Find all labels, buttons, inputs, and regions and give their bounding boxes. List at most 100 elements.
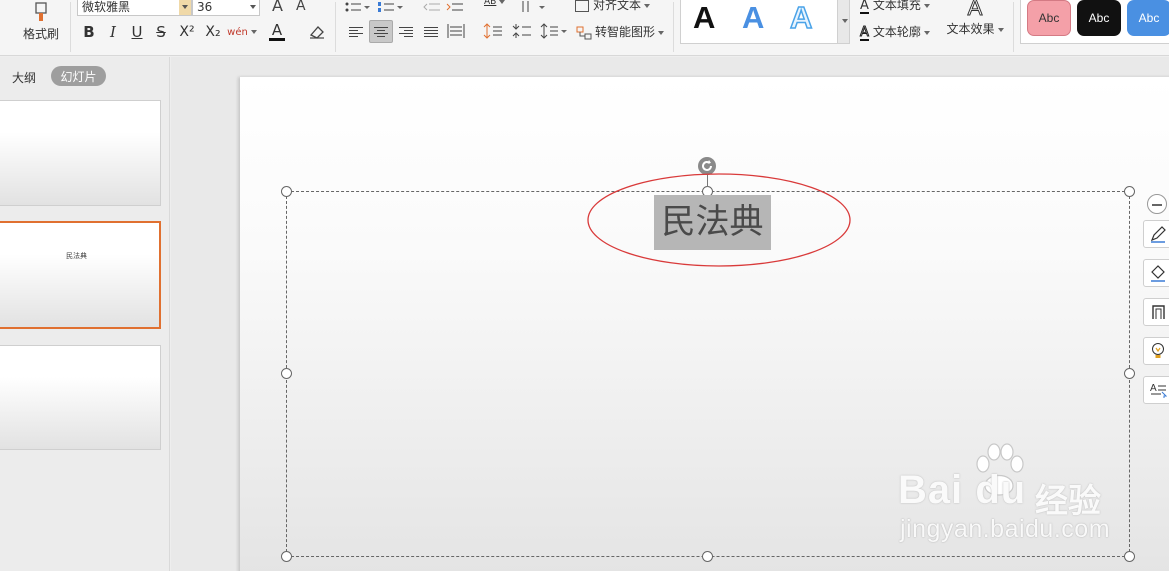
line-spacing-icon: [483, 23, 502, 39]
style-preset-black[interactable]: Abc: [1077, 0, 1121, 36]
format-painter-label: 格式刷: [22, 26, 59, 41]
chevron-down-icon: [499, 0, 506, 4]
bullets-button[interactable]: [344, 0, 370, 12]
line-spacing-button[interactable]: [483, 22, 503, 42]
phonetic-guide-button[interactable]: wén: [227, 21, 257, 43]
annotation-ellipse: [587, 173, 851, 267]
font-size-select[interactable]: 36: [192, 0, 260, 16]
chevron-down-icon: [997, 27, 1004, 32]
shape-fill-button[interactable]: [1143, 259, 1169, 287]
minus-icon: [1152, 204, 1162, 206]
text-fill-button[interactable]: A 文本填充: [860, 0, 930, 14]
baidu-jingyan-watermark: Bai du 经验 jingyan.baidu.com: [895, 440, 1169, 550]
style-preset-label: Abc: [1088, 11, 1110, 25]
frame-icon: [1152, 305, 1165, 319]
text-fill-label: 文本填充: [872, 0, 921, 12]
shrink-font-button[interactable]: A: [296, 0, 306, 14]
font-name-select[interactable]: 微软雅黑: [77, 0, 192, 16]
align-right-button[interactable]: [396, 22, 416, 42]
tab-slides[interactable]: 幻灯片: [51, 66, 106, 86]
tab-outline[interactable]: 大纲: [12, 69, 36, 86]
convert-smartart-button[interactable]: 转智能图形: [576, 23, 665, 40]
ribbon-separator: [70, 2, 71, 52]
slide-thumbnail-3[interactable]: [0, 345, 161, 450]
grow-font-icon: A: [272, 0, 283, 15]
bullets-icon: [345, 2, 370, 12]
decrease-indent-button[interactable]: [423, 0, 441, 12]
resize-handle-bottom-right[interactable]: [1124, 551, 1135, 562]
chevron-down-icon: [658, 30, 665, 35]
text-direction-button[interactable]: [519, 0, 545, 12]
gallery-scroll-button[interactable]: [838, 0, 850, 44]
paragraph-spacing-button[interactable]: [512, 22, 532, 42]
character-spacing-button[interactable]: AB: [484, 0, 506, 7]
distributed-button[interactable]: [446, 22, 466, 42]
smart-tips-button[interactable]: [1143, 337, 1169, 365]
shape-outline-button[interactable]: [1143, 220, 1169, 248]
superscript-button[interactable]: X²: [176, 21, 198, 43]
style-preset-blue[interactable]: Abc: [1127, 0, 1169, 36]
chevron-down-icon: [644, 3, 651, 8]
wordart-style-outline[interactable]: A: [789, 0, 813, 37]
chevron-down-icon[interactable]: [247, 0, 259, 15]
phonetic-icon: wén: [227, 26, 248, 38]
grow-font-button[interactable]: A: [272, 0, 283, 15]
numbering-button[interactable]: [377, 0, 403, 12]
align-text-label: 对齐文本: [593, 0, 642, 12]
text-fill-icon: A: [860, 0, 869, 14]
resize-handle-top-right[interactable]: [1124, 186, 1135, 197]
resize-handle-bottom-left[interactable]: [281, 551, 292, 562]
collapse-float-toolbar-button[interactable]: [1147, 194, 1167, 214]
style-preset-pink[interactable]: Abc: [1027, 0, 1071, 36]
resize-handle-right[interactable]: [1124, 368, 1135, 379]
chevron-down-icon[interactable]: [179, 0, 191, 15]
align-text-button[interactable]: 对齐文本: [575, 0, 651, 13]
strikethrough-button[interactable]: S: [152, 21, 170, 43]
slide-thumbnail-1[interactable]: [0, 100, 161, 206]
slides-panel: 大纲 幻灯片 民法典: [0, 57, 170, 571]
align-left-button[interactable]: [346, 22, 366, 42]
justify-icon: [424, 26, 438, 37]
align-left-icon: [349, 26, 363, 37]
superscript-icon: X²: [179, 24, 195, 40]
smartart-label: 转智能图形: [595, 25, 656, 39]
resize-handle-left[interactable]: [281, 368, 292, 379]
format-painter-icon: [35, 1, 47, 21]
slide-thumbnail-2[interactable]: 民法典: [0, 221, 161, 329]
shape-style-button[interactable]: [1143, 298, 1169, 326]
resize-handle-bottom[interactable]: [702, 551, 713, 562]
font-color-button[interactable]: A: [264, 21, 290, 43]
pen-icon: [1150, 226, 1166, 243]
italic-button[interactable]: I: [104, 21, 122, 43]
align-center-button[interactable]: [369, 20, 393, 43]
decrease-indent-icon: [423, 3, 440, 11]
distributed-icon: [447, 24, 465, 38]
format-painter-button[interactable]: 格式刷: [16, 0, 66, 44]
text-layout-button[interactable]: A: [1143, 376, 1169, 404]
bold-button[interactable]: B: [80, 21, 98, 43]
text-effect-label: 文本效果: [946, 22, 995, 36]
justify-button[interactable]: [421, 22, 441, 42]
lightbulb-icon: [1152, 343, 1164, 358]
underline-button[interactable]: U: [128, 21, 146, 43]
subscript-button[interactable]: X₂: [202, 21, 224, 43]
shrink-font-icon: A: [296, 0, 306, 14]
text-outline-label: 文本轮廓: [872, 25, 921, 39]
character-spacing-icon: AB: [484, 0, 497, 7]
font-color-icon: A: [271, 21, 283, 39]
fill-bucket-icon: [1151, 265, 1165, 282]
chevron-down-icon: [923, 30, 930, 35]
italic-icon: I: [110, 23, 116, 41]
clear-format-button[interactable]: [306, 21, 328, 43]
align-center-icon: [374, 26, 388, 37]
increase-indent-button[interactable]: [446, 0, 464, 12]
svg-text:A: A: [1150, 383, 1157, 394]
line-spacing-options-icon: [540, 23, 567, 39]
line-spacing-options-button[interactable]: [540, 22, 568, 42]
wordart-style-blue[interactable]: A: [742, 0, 764, 37]
wordart-style-black[interactable]: A: [693, 0, 715, 37]
text-effect-button[interactable]: A 文本效果: [943, 0, 1007, 42]
text-outline-button[interactable]: A 文本轮廓: [860, 23, 930, 41]
chevron-down-icon: [923, 3, 930, 8]
resize-handle-top-left[interactable]: [281, 186, 292, 197]
